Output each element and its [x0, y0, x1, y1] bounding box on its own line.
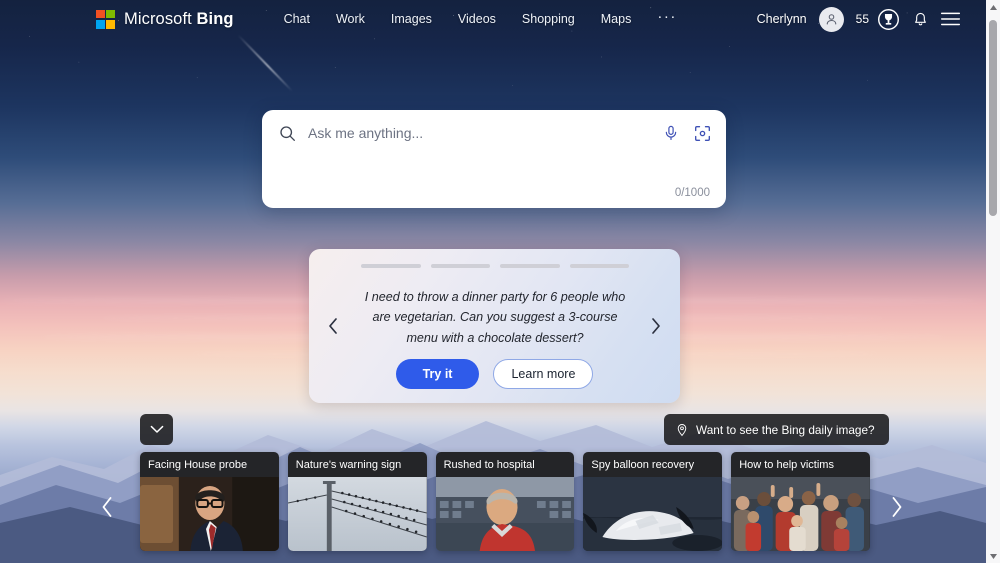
search-box[interactable]: 0/1000: [262, 110, 726, 208]
chevron-right-icon: [652, 318, 660, 334]
news-next-button[interactable]: [884, 492, 910, 522]
hamburger-menu-icon[interactable]: [941, 11, 960, 27]
news-carousel: Facing House probe Nature's warning sign…: [140, 452, 870, 551]
news-card-image: [583, 477, 723, 551]
chevron-left-icon: [329, 318, 337, 334]
expand-feed-button[interactable]: [140, 414, 173, 445]
search-tools: [662, 124, 712, 143]
nav-item-images[interactable]: Images: [391, 12, 432, 26]
news-card-image: [731, 477, 870, 551]
chevron-left-icon: [102, 497, 112, 517]
rewards-points: 55: [855, 12, 869, 26]
microphone-icon[interactable]: [662, 124, 680, 142]
news-prev-button[interactable]: [94, 492, 120, 522]
news-card-image: [287, 477, 427, 551]
bing-daily-image-button[interactable]: Want to see the Bing daily image?: [664, 414, 889, 445]
news-card-title: How to help victims: [739, 458, 834, 471]
nav-item-shopping[interactable]: Shopping: [522, 12, 575, 26]
scrollbar-track[interactable]: [986, 14, 1000, 549]
try-it-button[interactable]: Try it: [395, 359, 480, 389]
news-card-image: [435, 477, 575, 551]
main-nav: Chat Work Images Videos Shopping Maps ··…: [284, 9, 677, 26]
progress-segment[interactable]: [500, 264, 560, 268]
news-card-title: Nature's warning sign: [295, 458, 402, 471]
news-card-image: [140, 477, 279, 551]
nav-item-videos[interactable]: Videos: [458, 12, 496, 26]
news-card[interactable]: Nature's warning sign: [287, 452, 427, 551]
news-card[interactable]: Spy balloon recovery: [583, 452, 723, 551]
bing-daily-image-label: Want to see the Bing daily image?: [696, 422, 875, 437]
news-card-title: Spy balloon recovery: [591, 458, 695, 471]
caret-down-icon: [989, 553, 997, 559]
carousel-progress: [361, 264, 629, 268]
chevron-down-icon: [150, 425, 163, 433]
brand-suffix: Bing: [196, 9, 234, 28]
suggestion-prev-button[interactable]: [321, 314, 345, 338]
nav-more-icon[interactable]: ···: [657, 9, 677, 25]
search-input[interactable]: [308, 125, 662, 141]
caret-up-icon: [989, 4, 997, 10]
progress-segment[interactable]: [569, 264, 629, 268]
news-card-title: Facing House probe: [148, 458, 248, 471]
nav-item-work[interactable]: Work: [336, 12, 365, 26]
news-card[interactable]: Facing House probe: [140, 452, 279, 551]
brand-name: Microsoft Bing: [124, 10, 234, 29]
scrollbar-thumb[interactable]: [989, 20, 997, 216]
progress-segment[interactable]: [430, 264, 490, 268]
progress-segment[interactable]: [361, 264, 421, 268]
search-row: [262, 110, 726, 156]
nav-item-maps[interactable]: Maps: [601, 12, 632, 26]
location-pin-icon: [677, 423, 687, 436]
suggestion-next-button[interactable]: [644, 314, 668, 338]
chevron-right-icon: [892, 497, 902, 517]
avatar[interactable]: [818, 6, 844, 32]
brand-prefix: Microsoft: [124, 9, 197, 28]
news-card[interactable]: How to help victims: [731, 452, 870, 551]
person-icon: [826, 13, 836, 25]
search-icon[interactable]: [278, 124, 297, 143]
scroll-down-button[interactable]: [986, 549, 1000, 563]
learn-more-button[interactable]: Learn more: [493, 359, 594, 389]
bing-homepage: Microsoft Bing Chat Work Images Videos S…: [0, 0, 1000, 563]
news-card-title: Rushed to hospital: [443, 458, 535, 471]
page-scrollbar[interactable]: [986, 0, 1000, 563]
user-name: Cherlynn: [756, 12, 807, 26]
nav-item-chat[interactable]: Chat: [284, 12, 310, 26]
header-actions: Cherlynn 55: [756, 6, 972, 32]
scroll-up-button[interactable]: [986, 0, 1000, 14]
brand[interactable]: Microsoft Bing: [96, 9, 234, 29]
visual-search-icon[interactable]: [693, 124, 712, 143]
microsoft-logo: [96, 9, 115, 29]
news-card[interactable]: Rushed to hospital: [435, 452, 575, 551]
suggestion-prompt: I need to throw a dinner party for 6 peo…: [364, 290, 626, 345]
character-counter: 0/1000: [674, 187, 710, 199]
top-header: Microsoft Bing Chat Work Images Videos S…: [0, 0, 986, 38]
suggestion-card: I need to throw a dinner party for 6 peo…: [309, 249, 680, 403]
suggestion-buttons: Try it Learn more: [309, 359, 680, 389]
rewards-trophy-icon[interactable]: [877, 8, 900, 31]
notifications-bell-icon[interactable]: [912, 11, 929, 28]
